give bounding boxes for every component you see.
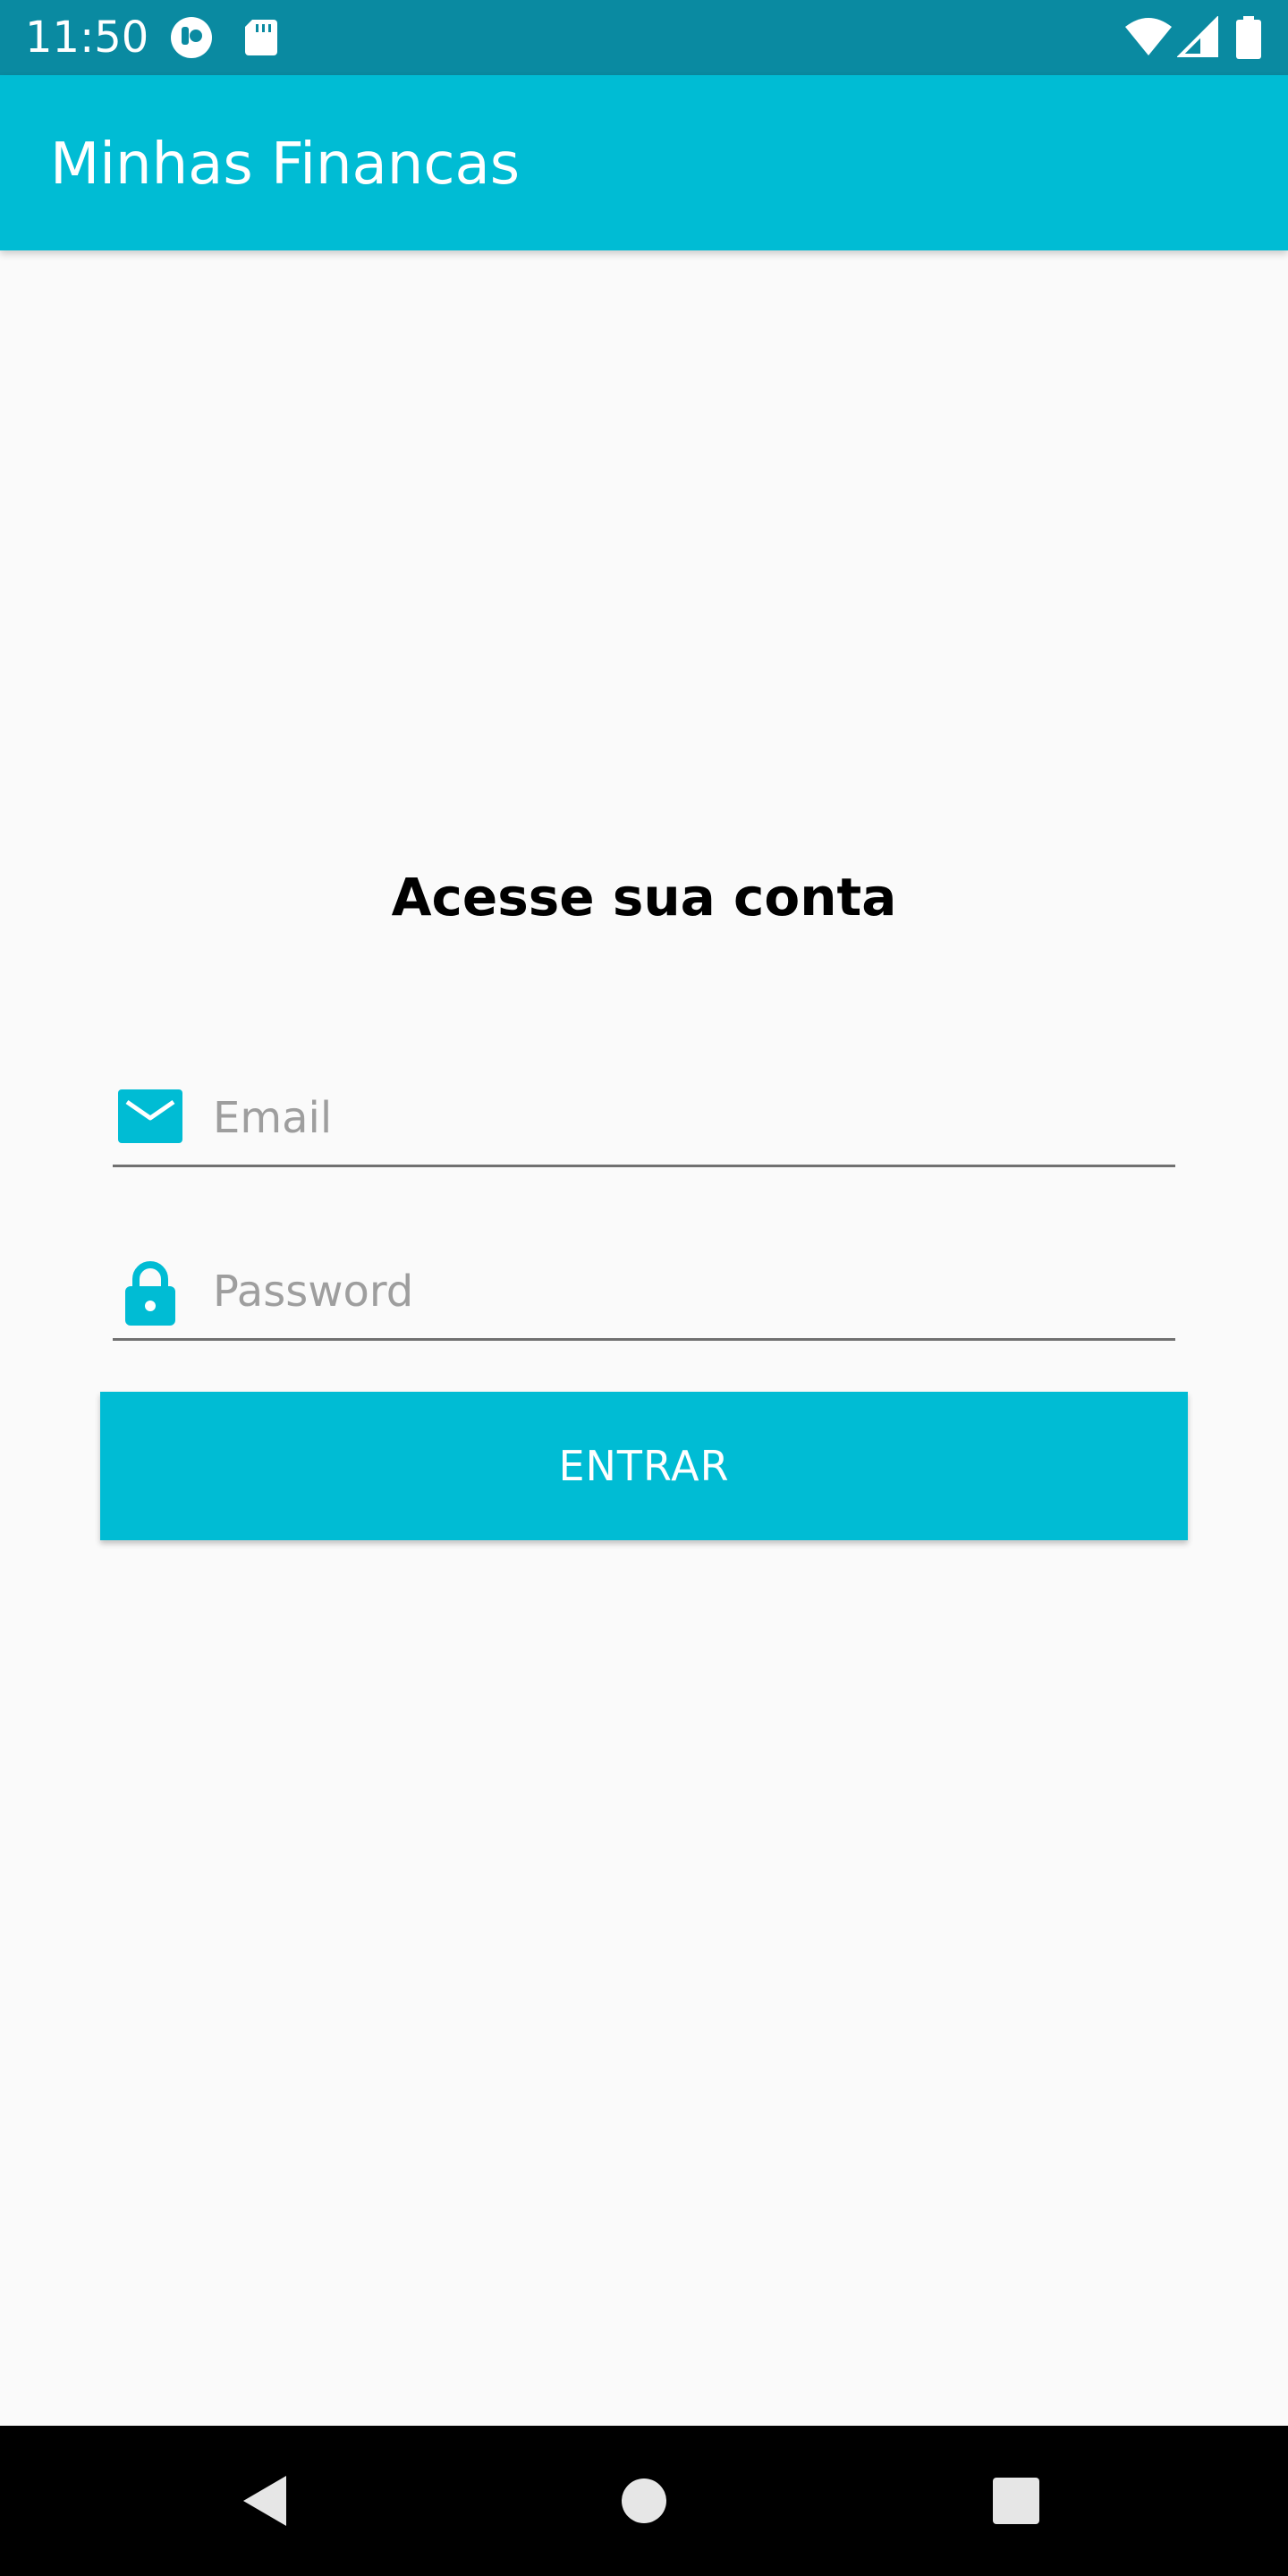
status-time: 11:50 xyxy=(25,13,149,63)
wifi-icon xyxy=(1123,16,1174,59)
back-icon[interactable] xyxy=(231,2465,302,2537)
lock-icon xyxy=(118,1259,182,1326)
email-field xyxy=(113,1066,1175,1167)
battery-icon xyxy=(1234,16,1263,59)
signal-icon xyxy=(1176,15,1220,59)
app-title: Minhas Financas xyxy=(50,131,521,198)
status-bar: 11:50 xyxy=(0,0,1288,75)
app-notification-icon xyxy=(170,16,213,59)
login-button[interactable]: ENTRAR xyxy=(100,1392,1188,1540)
email-icon xyxy=(118,1089,182,1154)
password-input[interactable] xyxy=(213,1256,1161,1327)
email-input[interactable] xyxy=(213,1082,1161,1154)
password-field xyxy=(113,1240,1175,1341)
recents-icon[interactable] xyxy=(980,2465,1052,2537)
app-bar: Minhas Financas xyxy=(0,75,1288,250)
home-icon[interactable] xyxy=(608,2465,680,2537)
system-nav-bar xyxy=(0,2426,1288,2576)
sd-card-icon xyxy=(240,16,283,59)
login-heading: Acesse sua conta xyxy=(391,867,897,928)
